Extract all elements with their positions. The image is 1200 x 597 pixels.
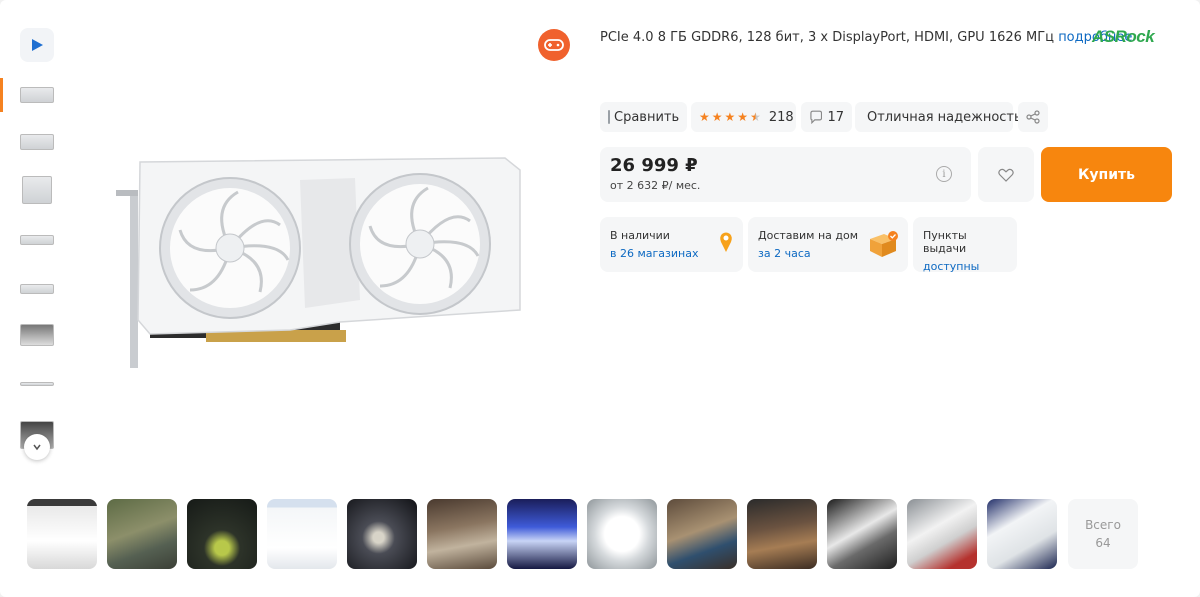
wishlist-button[interactable] [978, 147, 1034, 202]
review-photo-3[interactable] [187, 499, 257, 569]
review-photo-4[interactable] [267, 499, 337, 569]
thumbnail-6[interactable] [18, 320, 56, 350]
product-main-image[interactable] [110, 150, 530, 370]
availability-card[interactable]: В наличии в 26 магазинах [600, 217, 743, 272]
pickup-points-card[interactable]: Пункты выдачи доступны [913, 217, 1017, 273]
chevron-down-icon [33, 444, 41, 451]
video-thumbnail-button[interactable] [20, 28, 54, 62]
compare-checkbox[interactable] [608, 110, 610, 124]
chat-icon [810, 110, 823, 124]
compare-label: Сравнить [614, 109, 680, 125]
availability-title: В наличии [610, 229, 670, 242]
product-card: PCIe 4.0 8 ГБ GDDR6, 128 бит, 3 x Displa… [0, 0, 1200, 597]
thumbnail-3[interactable] [18, 175, 56, 205]
availability-detail[interactable]: в 26 магазинах [610, 247, 733, 260]
all-photos-button[interactable]: Всего 64 [1068, 499, 1138, 569]
play-icon [32, 39, 43, 51]
review-photo-11[interactable] [827, 499, 897, 569]
rating-stars: ★ ★ ★ ★ ★ [699, 110, 763, 124]
review-photo-6[interactable] [427, 499, 497, 569]
star-icon: ★ [737, 110, 749, 124]
product-specs: PCIe 4.0 8 ГБ GDDR6, 128 бит, 3 x Displa… [600, 30, 1132, 45]
thumbnail-5[interactable] [18, 274, 56, 304]
specs-text: PCIe 4.0 8 ГБ GDDR6, 128 бит, 3 x Displa… [600, 30, 1055, 45]
credit-price[interactable]: от 2 632 ₽/ мес. [610, 179, 700, 192]
share-button[interactable] [1018, 102, 1048, 132]
all-photos-label: Всего [1085, 518, 1121, 532]
star-icon: ★ [711, 110, 723, 124]
reliability-label: Отличная надежность [867, 109, 1022, 125]
review-photo-10[interactable] [747, 499, 817, 569]
share-icon [1026, 110, 1040, 124]
questions-count: 17 [827, 109, 844, 125]
price-box: 26 999 ₽ от 2 632 ₽/ мес. i [600, 147, 971, 202]
star-icon: ★ [724, 110, 736, 124]
review-photo-9[interactable] [667, 499, 737, 569]
thumbnail-column [0, 26, 60, 466]
review-photo-8[interactable] [587, 499, 657, 569]
thumbnail-2[interactable] [18, 127, 56, 157]
brand-logo[interactable]: ASRock [1092, 27, 1155, 47]
home-delivery-card[interactable]: Доставим на дом за 2 часа [748, 217, 908, 272]
questions-chip[interactable]: 17 [801, 102, 852, 132]
pickup-points-detail[interactable]: доступны [923, 260, 1007, 273]
star-icon: ★ [699, 110, 710, 124]
all-photos-count: 64 [1095, 536, 1111, 550]
review-photo-12[interactable] [907, 499, 977, 569]
heart-icon [998, 168, 1014, 182]
map-pin-icon [720, 232, 732, 252]
thumbnails-scroll-button[interactable] [24, 434, 50, 460]
box-icon [870, 231, 898, 257]
review-photo-2[interactable] [107, 499, 177, 569]
buy-button[interactable]: Купить [1041, 147, 1172, 202]
review-photo-13[interactable] [987, 499, 1057, 569]
pickup-points-title: Пункты выдачи [923, 229, 967, 255]
thumbnail-1[interactable] [18, 80, 56, 110]
rating-chip[interactable]: ★ ★ ★ ★ ★ 218 [691, 102, 796, 132]
info-icon[interactable]: i [936, 166, 952, 182]
thumbnail-7[interactable] [18, 369, 56, 399]
thumbnail-4[interactable] [18, 225, 56, 255]
reviews-count: 218 [768, 109, 794, 125]
reliability-chip[interactable]: Отличная надежность [855, 102, 1022, 132]
gamepad-icon[interactable] [538, 29, 570, 61]
price-amount: 26 999 ₽ [610, 155, 698, 176]
active-thumbnail-indicator [0, 78, 3, 112]
half-star-icon: ★ [750, 110, 761, 124]
compare-button[interactable]: Сравнить [600, 102, 687, 132]
review-photo-5[interactable] [347, 499, 417, 569]
review-photo-7[interactable] [507, 499, 577, 569]
review-photo-1[interactable] [27, 499, 97, 569]
